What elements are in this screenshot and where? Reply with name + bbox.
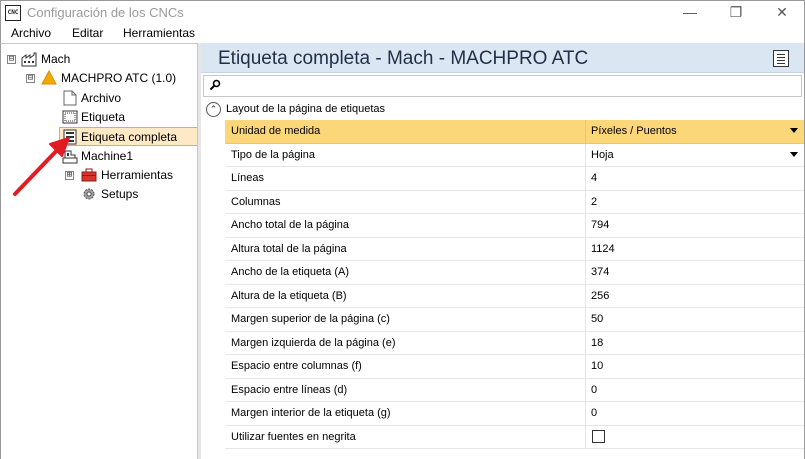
maximize-button[interactable]: ❐ [713, 1, 759, 25]
property-grid: Unidad de medida Píxeles / Puentos Tipo … [225, 120, 804, 449]
property-value[interactable]: 794 [591, 219, 609, 231]
menu-herramientas[interactable]: Herramientas [123, 26, 195, 40]
property-row-margen-superior[interactable]: Margen superior de la página (c) 50 [225, 308, 804, 332]
search-bar [203, 75, 802, 97]
column-divider [585, 143, 586, 166]
property-value[interactable]: 50 [591, 313, 603, 325]
property-name: Margen superior de la página (c) [231, 313, 390, 325]
property-name: Utilizar fuentes en negrita [231, 430, 356, 443]
property-value[interactable]: 10 [591, 360, 603, 372]
property-value[interactable]: 2 [591, 196, 597, 208]
property-name: Altura de la etiqueta (B) [231, 289, 347, 302]
property-name: Margen izquierda de la página (e) [231, 336, 396, 349]
dropdown-arrow-icon[interactable] [790, 151, 798, 157]
property-name: Unidad de medida [231, 125, 321, 137]
collapse-icon[interactable]: ⌃ [206, 102, 221, 117]
property-name: Margen interior de la etiqueta (g) [231, 407, 391, 419]
annotation-arrow [13, 137, 70, 196]
property-row-espacio-lineas[interactable]: Espacio entre líneas (d) 0 [225, 378, 804, 402]
column-divider [585, 261, 586, 284]
property-value[interactable]: 374 [591, 266, 609, 278]
property-row-margen-interior[interactable]: Margen interior de la etiqueta (g) 0 [225, 402, 804, 426]
minimize-button[interactable]: — [667, 1, 713, 25]
column-divider [585, 331, 586, 354]
property-name: Líneas [231, 172, 265, 184]
column-divider [585, 120, 586, 143]
property-name: Espacio entre líneas (d) [231, 383, 348, 396]
property-value[interactable]: 0 [591, 384, 597, 396]
column-divider [585, 237, 586, 260]
label-sheet-icon[interactable] [773, 50, 789, 67]
column-divider [585, 214, 586, 237]
close-button[interactable]: ✕ [759, 1, 805, 25]
property-name: Altura total de la página [231, 242, 347, 255]
property-row-fuentes-negrita[interactable]: Utilizar fuentes en negrita [225, 425, 804, 449]
property-value[interactable]: 256 [591, 290, 609, 302]
property-row-tipo-pagina[interactable]: Tipo de la página Hoja [225, 143, 804, 167]
property-name: Tipo de la página [231, 148, 315, 161]
property-row-ancho-pagina[interactable]: Ancho total de la página 794 [225, 214, 804, 238]
property-name: Columnas [231, 195, 281, 208]
property-value[interactable]: 4 [591, 172, 597, 184]
window-title: Configuración de los CNCs [27, 5, 184, 20]
property-row-espacio-columnas[interactable]: Espacio entre columnas (f) 10 [225, 355, 804, 379]
column-divider [585, 378, 586, 401]
column-divider [585, 425, 586, 448]
column-divider [585, 402, 586, 425]
cnc-app-icon: CNC [5, 5, 21, 21]
column-divider [585, 284, 586, 307]
dropdown-arrow-icon[interactable] [790, 128, 798, 133]
menu-editar[interactable]: Editar [72, 26, 103, 40]
config-tree: ⊟ Mach ⊟ MACHPRO ATC (1.0) Archivo Etiqu… [0, 43, 198, 459]
property-value[interactable]: Hoja [591, 149, 614, 161]
column-divider [585, 308, 586, 331]
property-name: Ancho de la etiqueta (A) [231, 266, 350, 278]
property-row-lineas[interactable]: Líneas 4 [225, 167, 804, 191]
property-value[interactable]: 1124 [591, 243, 615, 255]
column-divider [585, 190, 586, 213]
panel-header: Etiqueta completa - Mach - MACHPRO ATC [201, 43, 804, 73]
property-row-unidad-medida[interactable]: Unidad de medida Píxeles / Puentos [225, 120, 804, 144]
search-icon [209, 79, 221, 94]
column-divider [585, 355, 586, 378]
main-panel: Etiqueta completa - Mach - MACHPRO ATC ⌃… [201, 43, 805, 459]
property-name: Espacio entre columnas (f) [231, 360, 362, 372]
property-value[interactable]: Píxeles / Puentos [591, 125, 677, 137]
search-input[interactable] [224, 78, 794, 94]
property-row-margen-izquierda[interactable]: Margen izquierda de la página (e) 18 [225, 331, 804, 355]
menu-archivo[interactable]: Archivo [11, 26, 51, 40]
property-row-ancho-etiqueta[interactable]: Ancho de la etiqueta (A) 374 [225, 261, 804, 285]
property-row-columnas[interactable]: Columnas 2 [225, 190, 804, 214]
title-bar: CNC Configuración de los CNCs — ❐ ✕ [0, 0, 805, 24]
column-divider [585, 167, 586, 190]
property-value[interactable]: 18 [591, 337, 603, 349]
property-value[interactable]: 0 [591, 407, 597, 419]
page-title: Etiqueta completa - Mach - MACHPRO ATC [218, 48, 589, 69]
group-label: Layout de la página de etiquetas [226, 103, 386, 115]
property-row-altura-pagina[interactable]: Altura total de la página 1124 [225, 237, 804, 261]
property-row-altura-etiqueta[interactable]: Altura de la etiqueta (B) 256 [225, 284, 804, 308]
menu-bar: Archivo Editar Herramientas [0, 24, 805, 43]
bold-fonts-checkbox[interactable] [592, 429, 605, 443]
property-name: Ancho total de la página [231, 219, 350, 231]
property-group-header[interactable]: ⌃ Layout de la página de etiquetas [203, 99, 802, 120]
